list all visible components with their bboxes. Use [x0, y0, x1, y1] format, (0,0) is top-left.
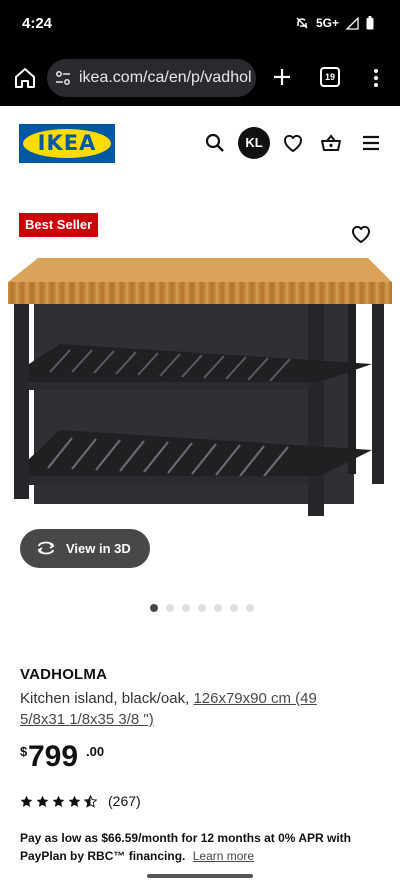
- star-half-icon: [84, 794, 97, 808]
- account-avatar[interactable]: KL: [238, 127, 270, 159]
- browser-toolbar: ikea.com/ca/en/p/vadhol 19: [0, 50, 400, 106]
- logo-text: IKEA: [37, 131, 97, 155]
- ikea-logo[interactable]: IKEA: [19, 124, 115, 163]
- price-currency: $: [20, 744, 28, 759]
- financing-info: Pay as low as $66.59/month for 12 months…: [20, 829, 380, 865]
- browser-menu-icon[interactable]: [368, 66, 384, 90]
- product-image-gallery[interactable]: Best Seller View in 3D: [0, 182, 400, 632]
- search-icon[interactable]: [204, 132, 226, 154]
- site-settings-icon[interactable]: [55, 70, 71, 86]
- product-rating[interactable]: (267): [20, 793, 141, 809]
- tab-count: 19: [324, 72, 335, 82]
- star-icon: [20, 795, 33, 807]
- network-label: 5G+: [315, 16, 339, 30]
- price-whole: 799: [28, 740, 79, 773]
- star-icon: [36, 795, 49, 807]
- kitchen-island-image: [8, 258, 392, 516]
- star-icon: [52, 795, 65, 807]
- status-time: 4:24: [22, 15, 53, 32]
- basket-icon[interactable]: [320, 132, 342, 154]
- address-bar[interactable]: ikea.com/ca/en/p/vadhol: [47, 59, 256, 97]
- product-type: Kitchen island, black/oak,: [20, 690, 190, 707]
- status-icons: 5G+: [295, 16, 374, 30]
- carousel-indicator: [150, 604, 254, 612]
- carousel-dot[interactable]: [246, 604, 254, 612]
- home-icon[interactable]: [13, 66, 37, 90]
- site-header: IKEA KL: [0, 106, 400, 182]
- add-to-wishlist-icon[interactable]: [350, 223, 372, 245]
- status-bar: 4:24 5G+: [0, 0, 400, 50]
- best-seller-badge: Best Seller: [19, 213, 99, 237]
- carousel-dot[interactable]: [150, 604, 158, 612]
- carousel-dot[interactable]: [230, 604, 238, 612]
- carousel-dot[interactable]: [214, 604, 222, 612]
- hamburger-menu-icon[interactable]: [360, 132, 382, 154]
- mute-icon: [296, 17, 308, 29]
- carousel-dot[interactable]: [198, 604, 206, 612]
- rotate-3d-icon: [37, 541, 55, 555]
- product-name: VADHOLMA: [20, 666, 108, 683]
- star-icon: [68, 795, 81, 807]
- signal-icon: [346, 16, 359, 30]
- review-count: (267): [108, 793, 141, 809]
- product-description: Kitchen island, black/oak, 126x79x90 cm …: [20, 688, 360, 730]
- tab-switcher-button[interactable]: 19: [320, 67, 340, 87]
- carousel-dot[interactable]: [166, 604, 174, 612]
- heart-icon[interactable]: [282, 132, 304, 154]
- new-tab-icon[interactable]: [270, 65, 294, 89]
- view-in-3d-button[interactable]: View in 3D: [20, 529, 150, 568]
- carousel-dot[interactable]: [182, 604, 190, 612]
- battery-icon: [366, 16, 374, 30]
- learn-more-link[interactable]: Learn more: [193, 849, 254, 863]
- view-in-3d-label: View in 3D: [66, 541, 131, 556]
- financing-text: Pay as low as $66.59/month for 12 months…: [20, 831, 351, 863]
- gesture-navigation-bar[interactable]: [147, 874, 253, 878]
- price-cents: .00: [86, 744, 105, 759]
- url-text: ikea.com/ca/en/p/vadhol: [79, 69, 252, 86]
